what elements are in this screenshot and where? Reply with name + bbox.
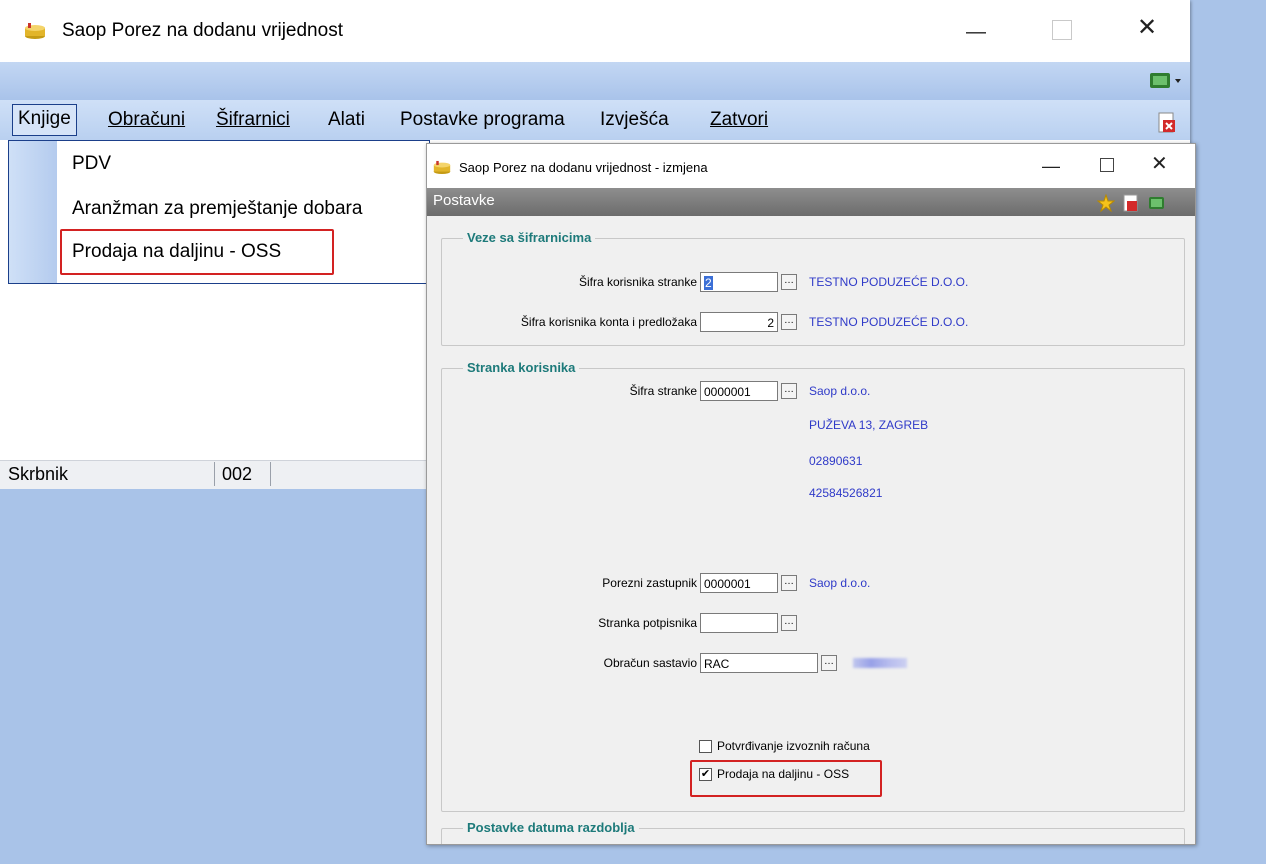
highlight-box (690, 760, 882, 797)
menu-zatvori-label: Zatvori (710, 109, 769, 130)
dialog-title: Saop Porez na dodanu vrijednost - izmjen… (459, 160, 708, 175)
sifra-korisnika-name: TESTNO PODUZEĆE D.O.O. (809, 275, 969, 289)
group-stranka-title: Stranka korisnika (463, 360, 580, 375)
menu-alati[interactable]: Alati (324, 106, 369, 134)
input-stranka-potpisnika[interactable] (700, 613, 778, 633)
menu-izvjesca[interactable]: Izvješća (596, 106, 673, 134)
label-stranka-potpisnika: Stranka potpisnika (598, 616, 697, 630)
lookup-button[interactable]: … (781, 383, 797, 399)
menu-item-pdv[interactable]: PDV (72, 153, 111, 175)
status-user: Skrbnik (0, 462, 215, 486)
panel-title: Postavke (433, 192, 495, 209)
main-titlebar: Saop Porez na dodanu vrijednost — ✕ (0, 0, 1190, 62)
minimize-button[interactable]: — (966, 22, 986, 42)
group-datum-title: Postavke datuma razdoblja (463, 820, 639, 835)
input-sifra-stranke[interactable]: 0000001 (700, 381, 778, 401)
lookup-button[interactable]: … (781, 615, 797, 631)
sifra-konta-name: TESTNO PODUZEĆE D.O.O. (809, 315, 969, 329)
label-porezni-zastupnik: Porezni zastupnik (602, 576, 697, 590)
knjige-dropdown-menu: PDV Aranžman za premještanje dobara Prod… (8, 140, 430, 284)
star-icon[interactable] (1097, 194, 1115, 212)
book-icon[interactable] (1147, 194, 1167, 212)
menu-sifrarnici-label: Šifrarnici (216, 109, 290, 130)
sifra-korisnika-value: 2 (704, 276, 713, 290)
menu-obracuni[interactable]: Obračuni (104, 106, 189, 134)
dropdown-stripe (9, 141, 57, 283)
input-porezni-zastupnik[interactable]: 0000001 (700, 573, 778, 593)
dialog-minimize-button[interactable]: — (1042, 156, 1060, 176)
lookup-button[interactable]: … (821, 655, 837, 671)
label-sifra-stranke: Šifra stranke (629, 384, 697, 398)
lookup-button[interactable]: … (781, 575, 797, 591)
input-sifra-korisnika[interactable]: 2 (700, 272, 778, 292)
pdf-icon[interactable] (1123, 194, 1139, 212)
app-coins-icon (433, 160, 451, 175)
menu-postavke-programa[interactable]: Postavke programa (396, 106, 569, 134)
dialog-titlebar: Saop Porez na dodanu vrijednost - izmjen… (427, 144, 1195, 188)
toolbar (0, 62, 1190, 100)
settings-dialog: Saop Porez na dodanu vrijednost - izmjen… (426, 143, 1196, 845)
stranka-id2: 42584526821 (809, 486, 883, 500)
group-veze (441, 238, 1185, 346)
pdf-close-icon[interactable] (1157, 112, 1177, 134)
checkbox-potvrdivanje[interactable] (699, 740, 712, 753)
dialog-maximize-button[interactable] (1100, 158, 1114, 172)
group-veze-title: Veze sa šifrarnicima (463, 230, 596, 245)
input-sifra-konta[interactable]: 2 (700, 312, 778, 332)
redacted-name (853, 658, 907, 668)
highlight-box (60, 229, 334, 275)
label-obracun-sastavio: Obračun sastavio (603, 656, 697, 670)
stranka-id1: 02890631 (809, 454, 863, 468)
stranka-address: PUŽEVA 13, ZAGREB (809, 418, 929, 432)
label-sifra-korisnika: Šifra korisnika stranke (578, 275, 697, 289)
menu-item-aranzman[interactable]: Aranžman za premještanje dobara (72, 198, 362, 220)
menu-obracuni-label: Obračuni (108, 109, 186, 130)
dialog-close-button[interactable]: ✕ (1151, 154, 1168, 174)
app-coins-icon (25, 23, 45, 39)
label-potvrdivanje: Potvrđivanje izvoznih računa (717, 739, 870, 753)
menu-zatvori[interactable]: Zatvori (706, 106, 772, 134)
label-sifra-konta: Šifra korisnika konta i predložaka (520, 315, 697, 329)
menu-knjige[interactable]: Knjige (12, 104, 77, 136)
panel-header (427, 188, 1195, 216)
lookup-button[interactable]: … (781, 314, 797, 330)
porezni-zastupnik-name: Saop d.o.o. (809, 576, 871, 590)
lookup-button[interactable]: … (781, 274, 797, 290)
status-code: 002 (214, 462, 271, 486)
menu-sifrarnici[interactable]: Šifrarnici (212, 106, 294, 134)
maximize-button[interactable] (1052, 20, 1072, 40)
book-icon[interactable] (1148, 70, 1184, 92)
stranka-name: Saop d.o.o. (809, 384, 871, 398)
window-title: Saop Porez na dodanu vrijednost (62, 20, 343, 41)
close-button[interactable]: ✕ (1137, 16, 1157, 40)
input-obracun-sastavio[interactable]: RAC (700, 653, 818, 673)
